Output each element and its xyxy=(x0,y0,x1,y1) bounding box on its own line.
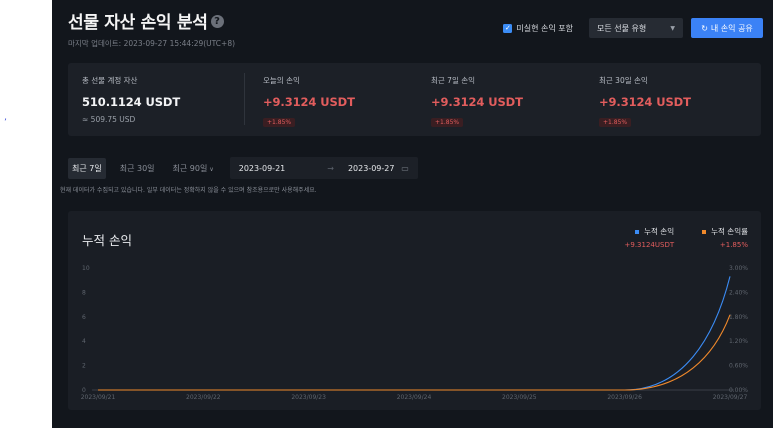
legend-item-pnl[interactable]: 누적 손익 +9.3124USDT xyxy=(625,226,675,249)
total-assets-value: 510.1124 USDT xyxy=(82,95,181,109)
pnl-30d-badge: +1.85% xyxy=(599,118,632,127)
last-updated-text: 마지막 업데이트: 2023-09-27 15:44:29(UTC+8) xyxy=(68,39,236,48)
data-notice: 현재 데이터가 수집되고 있습니다. 일부 데이터는 정확하지 않을 수 있으며… xyxy=(60,187,317,194)
legend-rate-value: +1.85% xyxy=(719,241,748,249)
y-right-tick-label: 1.80% xyxy=(729,314,748,321)
pnl-7d-value: +9.3124 USDT xyxy=(431,95,523,109)
left-margin: ’ xyxy=(0,0,52,428)
share-icon: ↻ xyxy=(701,23,708,33)
pnl-7d-badge: +1.85% xyxy=(431,118,464,127)
date-range-selector: 최근 7일 최근 30일 최근 90일 ∨ 2023-09-21 → 2023-0… xyxy=(68,157,418,179)
x-tick-label: 2023/09/25 xyxy=(502,394,537,401)
pnl-30d-card: 최근 30일 손익 +9.3124 USDT +1.85% xyxy=(599,75,691,128)
series-line-cumulative-pnl xyxy=(98,276,731,391)
chart-title: 누적 손익 xyxy=(82,233,132,248)
pnl-30d-value: +9.3124 USDT xyxy=(599,95,691,109)
y-left-tick-label: 0 xyxy=(82,387,86,394)
y-right-tick-label: 3.00% xyxy=(729,265,748,272)
total-assets-usd: ≈ 509.75 USD xyxy=(82,115,136,124)
chevron-down-icon: ▼ xyxy=(670,24,675,32)
futures-pnl-analysis-page: 선물 자산 손익 분석? 마지막 업데이트: 2023-09-27 15:44:… xyxy=(52,0,773,428)
x-tick-label: 2023/09/26 xyxy=(607,394,642,401)
start-date[interactable]: 2023-09-21 xyxy=(239,164,286,173)
chevron-down-icon: ∨ xyxy=(209,165,214,173)
summary-panel: 총 선물 계정 자산 510.1124 USDT ≈ 509.75 USD 오늘… xyxy=(68,63,761,136)
x-tick-label: 2023/09/23 xyxy=(291,394,326,401)
tab-90d-label: 최근 90일 xyxy=(172,163,208,173)
today-pnl-label: 오늘의 손익 xyxy=(263,76,300,85)
legend-swatch-orange xyxy=(702,230,707,234)
chart-legend: 누적 손익 +9.3124USDT 누적 손익률 +1.85% xyxy=(597,226,748,249)
unrealized-pnl-label[interactable]: 미실현 손익 포함 xyxy=(516,23,573,34)
today-pnl-card: 오늘의 손익 +9.3124 USDT +1.85% xyxy=(263,75,355,128)
margin-mark: ’ xyxy=(4,118,7,128)
y-left-tick-label: 2 xyxy=(82,363,86,370)
share-pnl-button[interactable]: ↻ 내 손익 공유 xyxy=(691,18,763,38)
x-tick-label: 2023/09/21 xyxy=(81,394,116,401)
header-controls: ✓ 미실현 손익 포함 모든 선물 유형 ▼ ↻ 내 손익 공유 xyxy=(503,18,763,38)
arrow-right-icon: → xyxy=(327,163,334,173)
total-assets-label: 총 선물 계정 자산 xyxy=(82,76,138,85)
end-date[interactable]: 2023-09-27 xyxy=(348,164,395,173)
pnl-7d-card: 최근 7일 손익 +9.3124 USDT +1.85% xyxy=(431,75,523,128)
unrealized-pnl-checkbox[interactable]: ✓ xyxy=(503,23,513,33)
tab-90d[interactable]: 최근 90일 ∨ xyxy=(169,158,218,179)
tab-30d[interactable]: 최근 30일 xyxy=(116,158,159,179)
cumulative-pnl-chart-panel: 0 2 4 6 8 10 0.00% 0.60% 1.20% 1.80% 2.40% 3.00% 202… xyxy=(68,211,761,410)
share-pnl-label: 내 손익 공유 xyxy=(710,23,753,33)
legend-rate-label: 누적 손익률 xyxy=(711,227,748,236)
pnl-7d-label: 최근 7일 손익 xyxy=(431,76,476,85)
tab-7d[interactable]: 최근 7일 xyxy=(68,157,106,179)
page-title: 선물 자산 손익 분석 xyxy=(68,13,208,33)
legend-item-pnl-rate[interactable]: 누적 손익률 +1.85% xyxy=(702,226,748,249)
page-header: 선물 자산 손익 분석? 마지막 업데이트: 2023-09-27 15:44:… xyxy=(68,8,773,48)
x-tick-label: 2023/09/22 xyxy=(186,394,221,401)
pnl-30d-label: 최근 30일 손익 xyxy=(599,76,648,85)
x-tick-label: 2023/09/24 xyxy=(397,394,432,401)
date-range-picker[interactable]: 2023-09-21 → 2023-09-27 ▭ xyxy=(229,157,418,179)
legend-swatch-blue xyxy=(635,230,640,234)
futures-type-select[interactable]: 모든 선물 유형 ▼ xyxy=(589,18,683,38)
y-right-tick-label: 2.40% xyxy=(729,289,748,296)
legend-pnl-label: 누적 손익 xyxy=(644,227,675,236)
total-assets-card: 총 선물 계정 자산 510.1124 USDT ≈ 509.75 USD xyxy=(82,75,180,124)
today-pnl-badge: +1.85% xyxy=(263,118,296,127)
question-icon[interactable]: ? xyxy=(210,15,224,28)
x-tick-label: 2023/09/27 xyxy=(713,394,748,401)
calendar-icon[interactable]: ▭ xyxy=(401,164,409,173)
y-right-tick-label: 1.20% xyxy=(729,338,748,345)
y-left-tick-label: 6 xyxy=(82,314,86,321)
divider xyxy=(244,73,245,125)
futures-type-value: 모든 선물 유형 xyxy=(597,23,647,33)
y-left-tick-label: 4 xyxy=(82,338,86,345)
series-line-cumulative-pnl-rate xyxy=(98,314,731,391)
y-left-tick-label: 10 xyxy=(82,265,90,272)
legend-pnl-value: +9.3124USDT xyxy=(624,241,675,249)
y-right-tick-label: 0.00% xyxy=(729,387,748,394)
y-right-tick-label: 0.60% xyxy=(729,363,748,370)
y-left-tick-label: 8 xyxy=(82,289,86,296)
today-pnl-value: +9.3124 USDT xyxy=(263,95,355,109)
